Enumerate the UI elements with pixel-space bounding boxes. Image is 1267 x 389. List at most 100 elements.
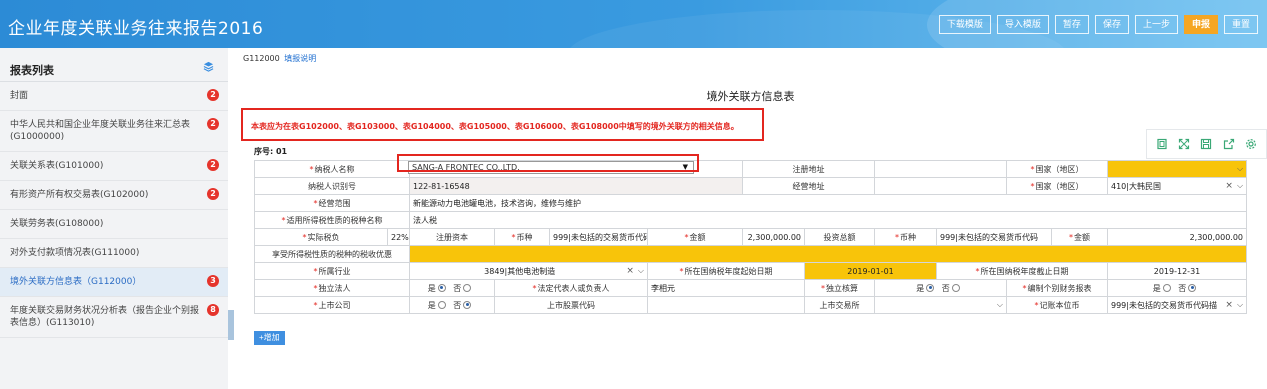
yes-label: 是 <box>427 283 436 293</box>
notice-box: 本表应为在表G102000、表G103000、表G104000、表G105000… <box>241 108 764 141</box>
exchange-label: 上市交易所 <box>804 296 875 314</box>
separate-fs-yes-radio[interactable] <box>1162 283 1171 292</box>
notice-text: 本表应为在表G102000、表G103000、表G104000、表G105000… <box>251 122 739 131</box>
exchange-select[interactable]: ⌵ <box>874 296 1007 314</box>
form-title: 境外关联方信息表 <box>706 90 795 103</box>
chevron-down-icon: ⌵ <box>637 266 644 275</box>
no-label: 否 <box>453 283 462 293</box>
actual-tax-field[interactable]: 22% <box>387 228 410 246</box>
download-template-button[interactable]: 下载模版 <box>938 15 991 34</box>
clear-icon[interactable]: × <box>1225 181 1233 191</box>
legal-rep-label: *法定代表人或负责人 <box>494 279 648 297</box>
country2-select[interactable]: 410|大韩民国 × ⌵ <box>1106 177 1248 195</box>
sidebar-item-g113010[interactable]: 年度关联交易财务状况分析表（报告企业个别报表信息）(G113010) 8 <box>0 297 228 338</box>
indep-acct-yes-radio[interactable] <box>926 283 935 292</box>
amount-field[interactable]: 2,300,000.00 <box>742 228 805 246</box>
clear-icon[interactable]: × <box>1225 300 1233 310</box>
error-count-badge: 2 <box>207 89 219 101</box>
sidebar-item-g111000[interactable]: 对外支付款项情况表(G111000) <box>0 239 228 268</box>
country-label: *国家（地区） <box>1006 160 1108 178</box>
highlight-box <box>397 154 699 172</box>
foreign-related-party-form: *纳税人名称 注册地址 *国家（地区） ⌵ 纳税人识别号 122-81-1654… <box>254 160 1248 314</box>
sidebar-item-g101000[interactable]: 关联关系表(G101000) 2 <box>0 152 228 181</box>
currency-select[interactable]: 999|未包括的交易货币代码 <box>549 228 648 246</box>
yes-label: 是 <box>1152 283 1161 293</box>
industry-select[interactable]: 3849|其他电池制造 × ⌵ <box>409 262 648 280</box>
clear-icon[interactable]: × <box>626 266 634 276</box>
error-count-badge: 2 <box>207 118 219 130</box>
add-row-button[interactable]: +增加 <box>254 331 285 345</box>
sidebar-item-label: 关联关系表(G101000) <box>10 161 104 171</box>
no-label: 否 <box>941 283 950 293</box>
temp-save-button[interactable]: 暂存 <box>1054 15 1089 34</box>
declare-button[interactable]: 申报 <box>1183 15 1218 34</box>
form-row: *上市公司 是 否 上市股票代码 上市交易所 ⌵ *记账本位币 999|未包括的… <box>254 296 1248 314</box>
fullscreen-icon[interactable] <box>1178 138 1190 150</box>
fy-start-label: *所在国纳税年度起始日期 <box>647 262 805 280</box>
error-count-badge: 8 <box>207 304 219 316</box>
table-tools <box>1146 129 1267 159</box>
invest-label: 投资总额 <box>804 228 875 246</box>
sidebar-item-g112000[interactable]: 境外关联方信息表（G112000） 3 <box>0 268 228 297</box>
form-row: *经营范围 新能源动力电池罐电池，技术咨询，维修与维护 <box>254 194 1248 212</box>
country2-label: *国家（地区） <box>1006 177 1108 195</box>
sidebar-item-label: 中华人民共和国企业年度关联业务往来汇总表(G1000000) <box>10 120 191 142</box>
sidebar-title: 报表列表 <box>10 64 54 77</box>
export-icon[interactable] <box>1223 138 1235 150</box>
fy-start-field[interactable]: 2019-01-01 <box>804 262 937 280</box>
reporting-currency-select[interactable]: 999|未包括的交易货币代码描 × ⌵ <box>1106 296 1248 314</box>
separate-fs-radio-group: 是 否 <box>1106 279 1248 297</box>
independent-yes-radio[interactable] <box>437 283 446 292</box>
reg-address-field[interactable] <box>874 160 1007 178</box>
layers-icon[interactable] <box>203 61 214 72</box>
amount-label: *金额 <box>647 228 743 246</box>
sidebar-item-label: 关联劳务表(G108000) <box>10 219 104 229</box>
import-template-button[interactable]: 导入模版 <box>996 15 1049 34</box>
biz-address-field[interactable] <box>874 177 1007 195</box>
form-row: *所属行业 3849|其他电池制造 × ⌵ *所在国纳税年度起始日期 2019-01… <box>254 262 1248 280</box>
separate-fs-no-radio[interactable] <box>1188 283 1197 292</box>
form-row: 纳税人识别号 122-81-16548 经营地址 *国家（地区） 410|大韩民… <box>254 177 1248 195</box>
sidebar-item-g102000[interactable]: 有形资产所有权交易表(G102000) 2 <box>0 181 228 210</box>
save-button[interactable]: 保存 <box>1094 15 1129 34</box>
window-icon[interactable] <box>1156 138 1168 150</box>
form-row: *实际税负 22% 注册资本 *币种 999|未包括的交易货币代码 *金额 2,… <box>254 228 1248 246</box>
preferential-field[interactable] <box>408 245 1248 263</box>
preferential-label: 享受所得税性质的税种的税收优惠 <box>254 245 410 263</box>
sidebar-item-summary[interactable]: 中华人民共和国企业年度关联业务往来汇总表(G1000000) 2 <box>0 111 228 152</box>
save-icon[interactable] <box>1200 138 1212 150</box>
help-link[interactable]: 填报说明 <box>284 54 316 63</box>
settings-icon[interactable] <box>1245 138 1257 150</box>
taxpayer-id-label: 纳税人识别号 <box>254 177 410 195</box>
listed-no-radio[interactable] <box>463 300 472 309</box>
reporting-currency-label: *记账本位币 <box>1006 296 1108 314</box>
stock-code-field[interactable] <box>647 296 805 314</box>
indep-acct-label: *独立核算 <box>804 279 875 297</box>
amount2-field[interactable]: 2,300,000.00 <box>1106 228 1248 246</box>
fy-end-field[interactable]: 2019-12-31 <box>1106 262 1248 280</box>
sidebar-header: 报表列表 <box>0 48 228 82</box>
form-row: 享受所得税性质的税种的税收优惠 <box>254 245 1248 263</box>
taxpayer-id-field[interactable]: 122-81-16548 <box>409 177 743 195</box>
indep-acct-no-radio[interactable] <box>951 283 960 292</box>
scope-field[interactable]: 新能源动力电池罐电池，技术咨询，维修与维护 <box>408 194 1248 212</box>
country-select[interactable]: ⌵ <box>1106 160 1248 178</box>
legal-rep-field[interactable]: 李相元 <box>647 279 805 297</box>
currency-label: *币种 <box>494 228 550 246</box>
currency2-select[interactable]: 999|未包括的交易货币代码 <box>936 228 1052 246</box>
tax-type-field[interactable]: 法人税 <box>408 211 1248 229</box>
independent-no-radio[interactable] <box>463 283 472 292</box>
sequence-label: 序号: 01 <box>254 147 288 156</box>
sidebar-item-g108000[interactable]: 关联劳务表(G108000) <box>0 210 228 239</box>
separate-fs-label: *编制个别财务报表 <box>1006 279 1108 297</box>
sidebar-item-cover[interactable]: 封面 2 <box>0 82 228 111</box>
reset-button[interactable]: 重置 <box>1223 15 1258 34</box>
no-label: 否 <box>1178 283 1187 293</box>
chevron-down-icon: ⌵ <box>1236 300 1244 309</box>
biz-address-label: 经营地址 <box>742 177 875 195</box>
sidebar-item-label: 境外关联方信息表（G112000） <box>10 277 142 287</box>
listed-yes-radio[interactable] <box>437 300 446 309</box>
app-header: 企业年度关联业务往来报告2016 下载模版 导入模版 暂存 保存 上一步 申报 … <box>0 0 1267 48</box>
previous-step-button[interactable]: 上一步 <box>1134 15 1178 34</box>
indep-acct-radio-group: 是 否 <box>874 279 1007 297</box>
